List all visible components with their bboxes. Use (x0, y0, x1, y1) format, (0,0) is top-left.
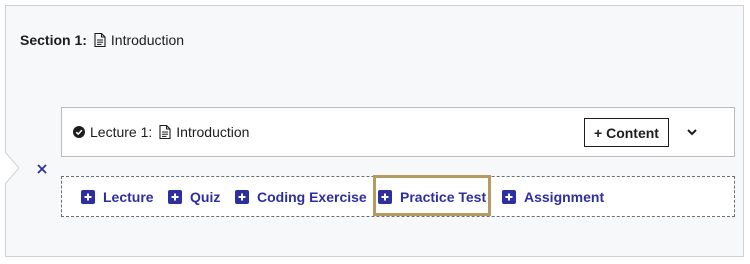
add-lecture-button[interactable]: Lecture (81, 177, 154, 216)
add-content-button[interactable]: + Content (584, 118, 669, 147)
add-practice-test-button[interactable]: Practice Test (378, 177, 486, 216)
document-icon (94, 33, 106, 47)
add-coding-exercise-button[interactable]: Coding Exercise (235, 177, 367, 216)
plus-square-icon (235, 189, 249, 204)
plus-square-icon (168, 189, 182, 204)
section-notch (4, 152, 20, 184)
section-label: Section 1: (20, 32, 87, 48)
add-option-label: Coding Exercise (257, 188, 367, 205)
chevron-down-icon[interactable] (685, 125, 699, 139)
check-circle-icon (73, 126, 85, 138)
lecture-row: Lecture 1: Introduction (73, 108, 249, 156)
lecture-title[interactable]: Introduction (176, 124, 249, 140)
add-option-label: Practice Test (400, 188, 487, 205)
add-option-label: Lecture (103, 188, 154, 205)
add-option-label: Quiz (190, 188, 221, 205)
add-quiz-button[interactable]: Quiz (168, 177, 220, 216)
plus-square-icon (378, 189, 392, 204)
lecture-label: Lecture 1: (90, 124, 153, 140)
close-icon[interactable] (35, 162, 49, 176)
lecture-card: Lecture 1: Introduction + Content (61, 107, 735, 157)
plus-square-icon (81, 189, 95, 204)
section-title: Introduction (110, 32, 185, 48)
document-icon (159, 125, 171, 139)
add-option-label: Assignment (524, 188, 605, 205)
plus-square-icon (502, 189, 516, 204)
add-assignment-button[interactable]: Assignment (502, 177, 604, 216)
add-item-bar: Lecture Quiz Coding Exercise Practice Te… (61, 176, 735, 217)
section-header: Section 1: Introduction (20, 32, 184, 48)
